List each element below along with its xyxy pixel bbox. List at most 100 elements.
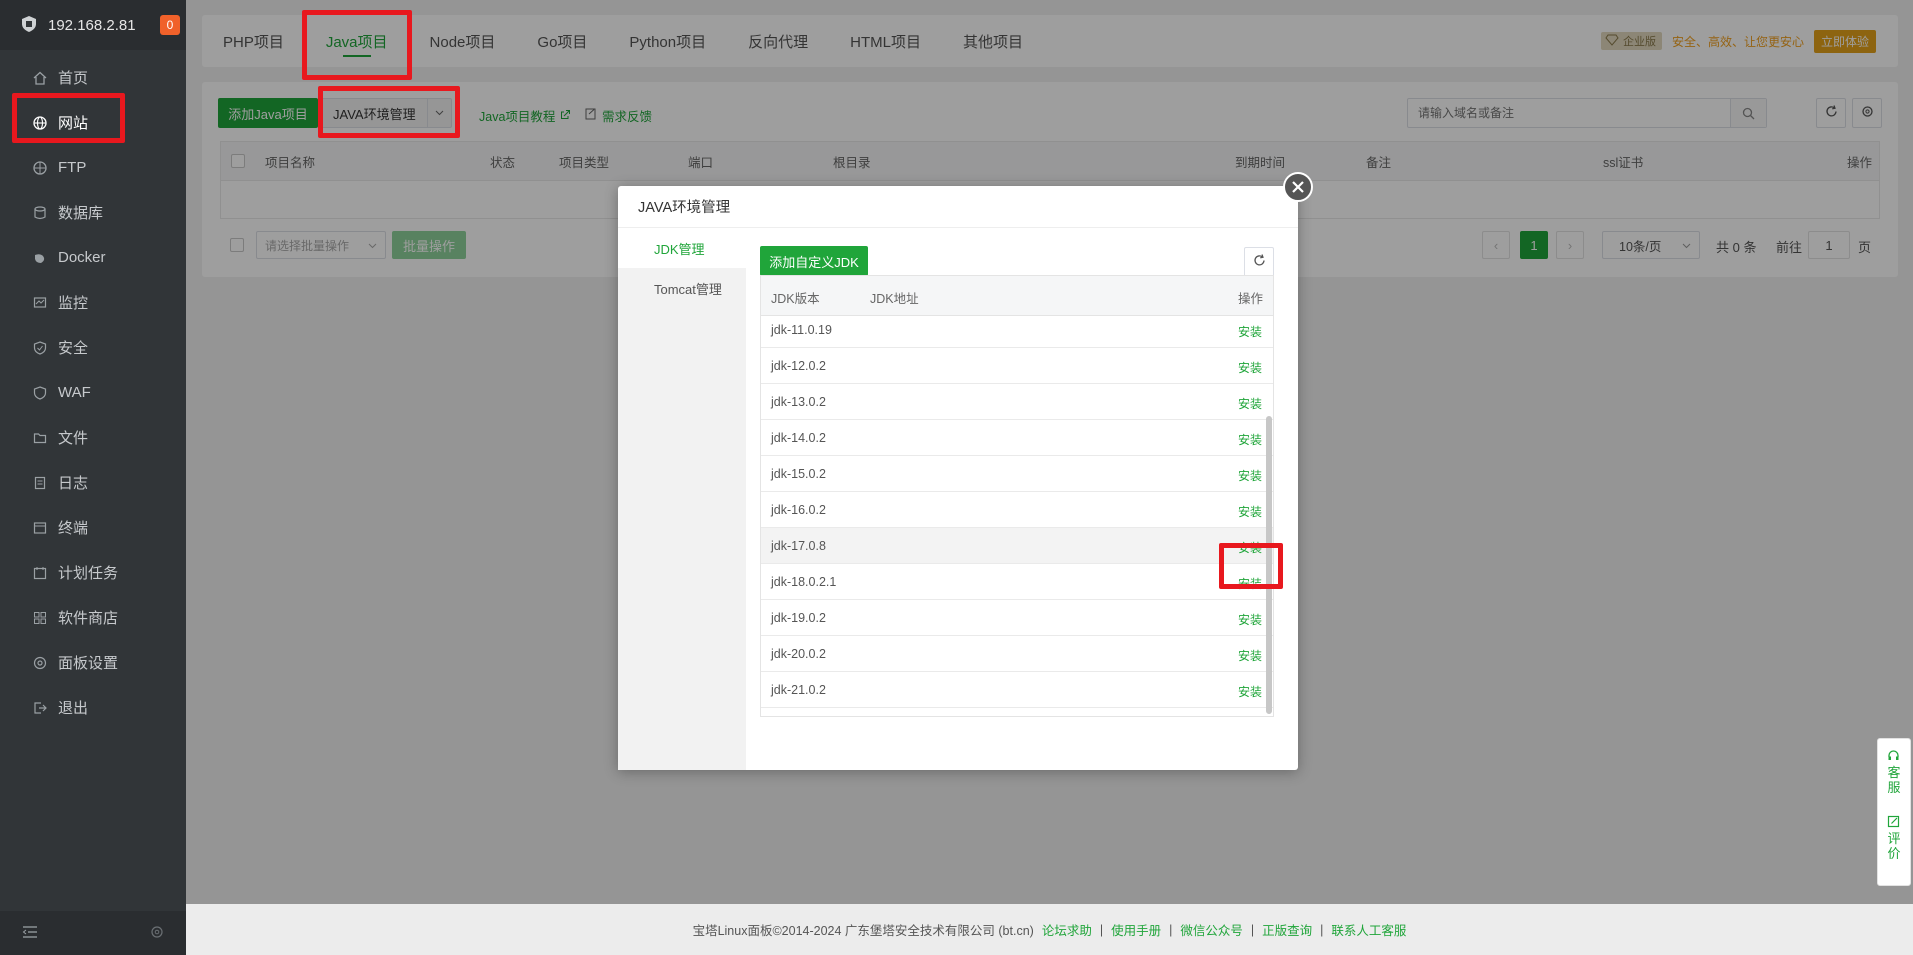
install-button[interactable]: 安装	[1238, 395, 1262, 412]
footer-link-support[interactable]: 联系人工客服	[1331, 920, 1406, 939]
store-icon	[32, 610, 48, 626]
sidebar: 192.168.2.81 0 首页 网站 FTP 数据库 Docker 监控 安…	[0, 0, 186, 955]
table-row: jdk-16.0.2 安装	[761, 492, 1273, 528]
jdk-panel: 添加自定义JDK JDK版本 JDK地址 操作 jdk-11.0.19 安装 jd…	[746, 228, 1298, 770]
sidebar-item-label: WAF	[58, 384, 91, 401]
sidebar-item-label: 退出	[58, 700, 89, 717]
footer-link-wechat[interactable]: 微信公众号	[1180, 920, 1243, 939]
sidebar-item-ftp[interactable]: FTP	[0, 145, 186, 190]
footer-link-license[interactable]: 正版查询	[1262, 920, 1312, 939]
col-jdk-action: 操作	[1238, 292, 1264, 306]
sidebar-item-files[interactable]: 文件	[0, 415, 186, 460]
jdk-version: jdk-11.0.19	[771, 323, 832, 337]
install-button[interactable]: 安装	[1238, 611, 1262, 628]
col-jdk-version: JDK版本	[771, 292, 820, 306]
sidebar-item-label: 计划任务	[58, 565, 119, 582]
sidebar-item-logout[interactable]: 退出	[0, 685, 186, 730]
install-button[interactable]: 安装	[1238, 431, 1262, 448]
docker-icon	[32, 250, 48, 266]
modal-side-tabs: JDK管理 Tomcat管理	[618, 228, 746, 770]
tab-jdk-management[interactable]: JDK管理	[618, 228, 746, 268]
install-button[interactable]: 安装	[1238, 359, 1262, 376]
sidebar-item-docker[interactable]: Docker	[0, 235, 186, 280]
sidebar-item-database[interactable]: 数据库	[0, 190, 186, 235]
jdk-version: jdk-16.0.2	[771, 503, 826, 517]
notification-badge[interactable]: 0	[160, 15, 180, 35]
table-row: jdk-11.0.19 安装	[761, 312, 1273, 348]
sidebar-item-cron[interactable]: 计划任务	[0, 550, 186, 595]
sidebar-item-label: FTP	[58, 159, 87, 176]
jdk-version: jdk-17.0.8	[771, 539, 826, 553]
table-row-highlighted: jdk-17.0.8 安装	[761, 528, 1273, 564]
jdk-version: jdk-19.0.2	[771, 611, 826, 625]
sidebar-item-logs[interactable]: 日志	[0, 460, 186, 505]
jdk-version: jdk-15.0.2	[771, 467, 826, 481]
shield-icon	[32, 340, 48, 356]
table-row: jdk-20.0.2 安装	[761, 636, 1273, 672]
sidebar-menu: 首页 网站 FTP 数据库 Docker 监控 安全 WAF 文件 日志 终端 …	[0, 50, 186, 730]
database-icon	[32, 205, 48, 221]
sidebar-item-monitor[interactable]: 监控	[0, 280, 186, 325]
home-icon	[32, 70, 48, 86]
table-row: jdk-13.0.2 安装	[761, 384, 1273, 420]
jdk-refresh-button[interactable]	[1244, 247, 1274, 277]
log-icon	[32, 475, 48, 491]
sidebar-item-settings[interactable]: 面板设置	[0, 640, 186, 685]
sidebar-item-waf[interactable]: WAF	[0, 370, 186, 415]
col-jdk-path: JDK地址	[870, 292, 919, 306]
annotation-box-java-env	[318, 86, 460, 138]
gear-icon	[32, 655, 48, 671]
table-row: jdk-18.0.2.1 安装	[761, 564, 1273, 600]
sidebar-item-label: 数据库	[58, 205, 104, 222]
jdk-table-header: JDK版本 JDK地址 操作	[761, 276, 1273, 316]
annotation-box-website	[12, 93, 125, 143]
tab-tomcat-management[interactable]: Tomcat管理	[618, 268, 746, 308]
sidebar-item-label: 文件	[58, 430, 89, 447]
sidebar-item-security[interactable]: 安全	[0, 325, 186, 370]
install-button[interactable]: 安装	[1238, 647, 1262, 664]
jdk-version: jdk-21.0.2	[771, 683, 826, 697]
review-char-1: 评	[1887, 831, 1901, 846]
settings-gear-icon[interactable]	[150, 925, 164, 942]
install-button[interactable]: 安装	[1238, 503, 1262, 520]
bt-logo-icon	[20, 15, 38, 36]
table-row: jdk-21.0.2 安装	[761, 672, 1273, 708]
close-icon[interactable]	[1283, 172, 1313, 202]
annotation-box-install-jdk17	[1219, 543, 1283, 589]
folder-icon	[32, 430, 48, 446]
add-custom-jdk-button[interactable]: 添加自定义JDK	[760, 246, 868, 276]
modal-title: JAVA环境管理	[618, 186, 1298, 228]
jdk-table: JDK版本 JDK地址 操作 jdk-11.0.19 安装 jdk-12.0.2 安…	[760, 275, 1274, 717]
sidebar-item-label: 软件商店	[58, 610, 119, 627]
logout-icon	[32, 700, 48, 716]
jdk-version: jdk-13.0.2	[771, 395, 826, 409]
install-button[interactable]: 安装	[1238, 467, 1262, 484]
jdk-version: jdk-12.0.2	[771, 359, 826, 373]
footer-link-forum[interactable]: 论坛求助	[1042, 920, 1092, 939]
table-row: jdk-12.0.2 安装	[761, 348, 1273, 384]
sidebar-item-terminal[interactable]: 终端	[0, 505, 186, 550]
service-char-2: 服	[1887, 780, 1901, 795]
sidebar-item-label: 监控	[58, 295, 89, 312]
customer-service-button[interactable]: 客 服	[1887, 749, 1901, 795]
ftp-icon	[32, 160, 48, 176]
table-row: jdk-15.0.2 安装	[761, 456, 1273, 492]
sidebar-item-store[interactable]: 软件商店	[0, 595, 186, 640]
sidebar-item-label: Docker	[58, 249, 106, 266]
footer-link-manual[interactable]: 使用手册	[1111, 920, 1161, 939]
jdk-table-body: jdk-11.0.19 安装 jdk-12.0.2 安装 jdk-13.0.2 安装 …	[761, 312, 1273, 708]
sidebar-item-label: 首页	[58, 70, 89, 87]
review-char-2: 价	[1887, 846, 1901, 861]
collapse-menu-icon[interactable]	[22, 925, 38, 942]
sidebar-item-label: 安全	[58, 340, 89, 357]
review-button[interactable]: 评 价	[1887, 815, 1901, 861]
table-row: jdk-19.0.2 安装	[761, 600, 1273, 636]
headset-icon	[1887, 749, 1900, 765]
sidebar-item-label: 日志	[58, 475, 89, 492]
terminal-icon	[32, 520, 48, 536]
sidebar-footer	[0, 911, 186, 955]
install-button[interactable]: 安装	[1238, 683, 1262, 700]
install-button[interactable]: 安装	[1238, 323, 1262, 340]
java-env-modal: JAVA环境管理 JDK管理 Tomcat管理 添加自定义JDK JDK版本 J…	[618, 172, 1313, 770]
refresh-icon	[1253, 254, 1266, 270]
